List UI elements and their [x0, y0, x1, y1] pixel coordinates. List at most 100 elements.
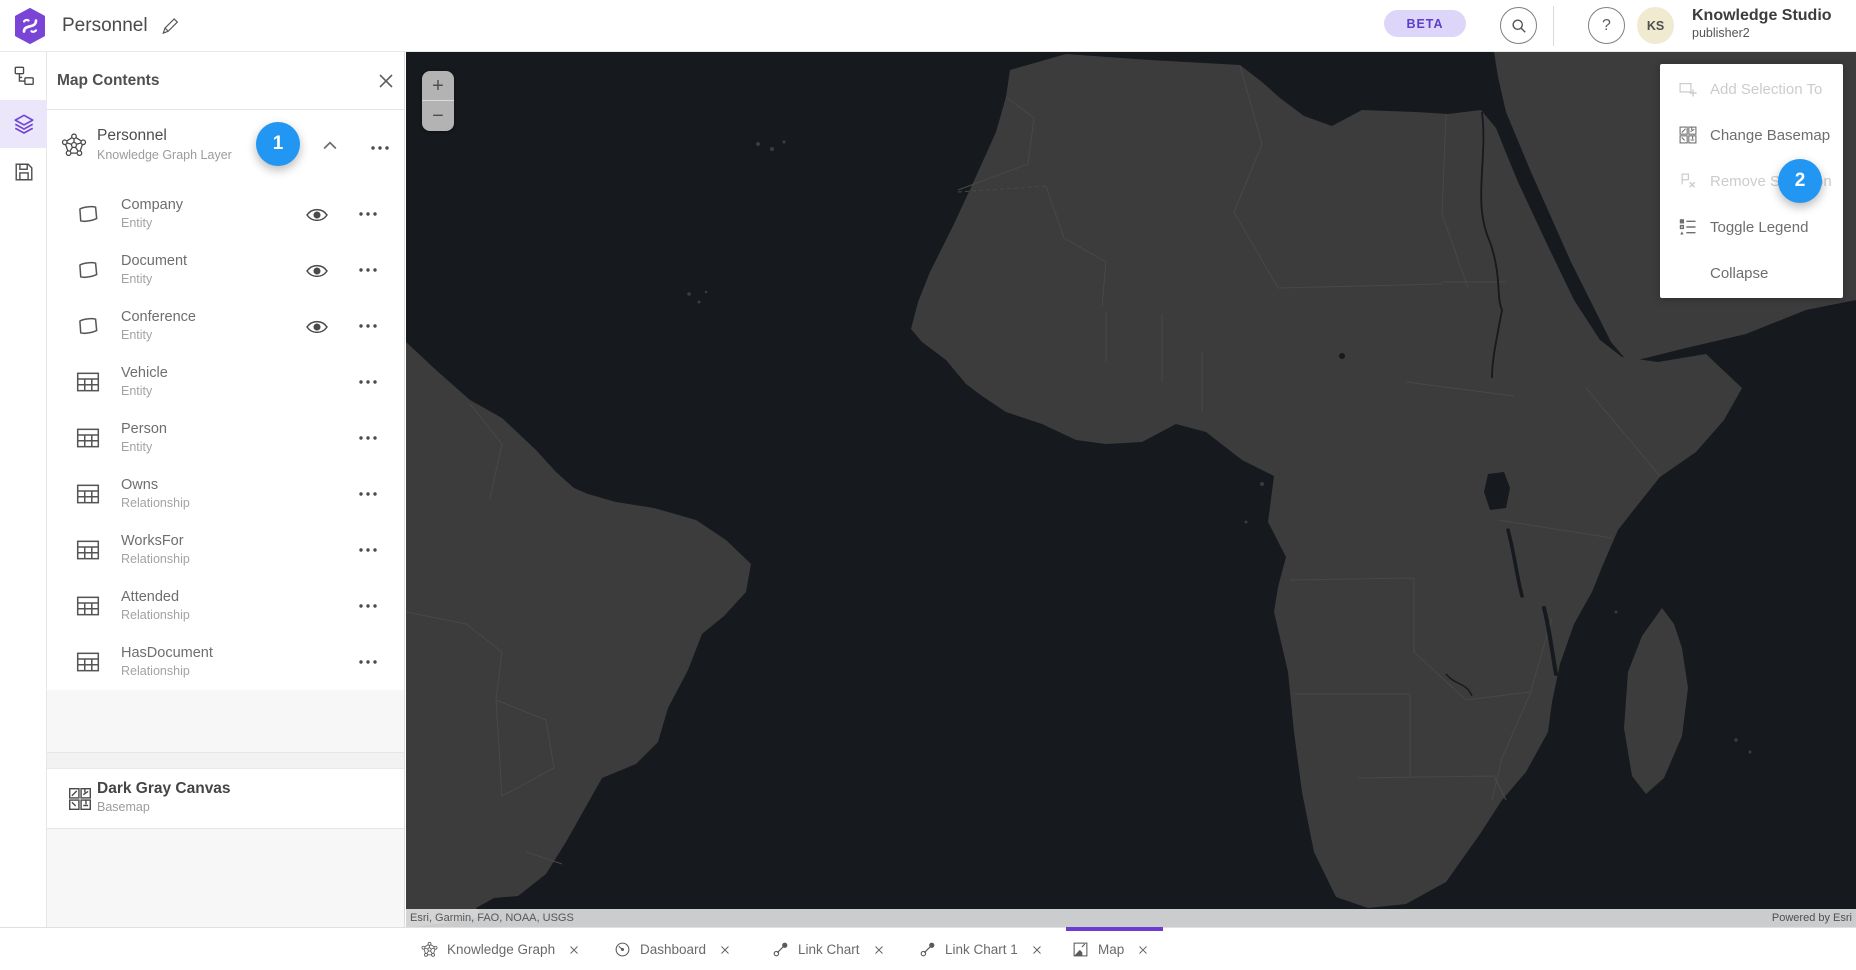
tab-label: Map — [1098, 942, 1124, 957]
panel-section-divider — [47, 752, 404, 769]
edit-title-pencil-icon[interactable] — [160, 16, 180, 36]
tab-label: Dashboard — [640, 942, 706, 957]
layer-type-icon — [75, 649, 101, 675]
view-tab[interactable]: Link Chart — [766, 928, 891, 970]
menu-item-icon — [1678, 217, 1698, 237]
layer-options-button[interactable] — [356, 650, 380, 674]
toolbar-item-icon — [13, 113, 35, 135]
beta-badge: BETA — [1384, 10, 1466, 37]
layer-options-button[interactable] — [356, 314, 380, 338]
layer-row[interactable]: Owns Relationship — [47, 466, 404, 522]
tab-close-icon[interactable] — [1031, 944, 1043, 956]
left-toolbar — [0, 52, 47, 970]
map-options-context-menu: Add Selection To Change Basemap Remove S… — [1660, 64, 1843, 298]
layer-type: Entity — [121, 215, 183, 232]
context-menu-item[interactable]: Collapse — [1660, 250, 1843, 296]
knowledge-studio-logo-icon[interactable] — [14, 8, 46, 44]
search-button[interactable] — [1500, 7, 1537, 44]
layer-name: Attended — [121, 587, 190, 607]
view-tab[interactable]: Knowledge Graph — [415, 928, 586, 970]
layer-options-button[interactable] — [356, 594, 380, 618]
toolbar-item[interactable] — [0, 52, 47, 100]
context-menu-item[interactable]: Toggle Legend — [1660, 204, 1843, 250]
layer-options-button[interactable] — [356, 258, 380, 282]
layer-type: Entity — [121, 327, 196, 344]
basemap-name: Dark Gray Canvas — [97, 778, 231, 799]
layer-type-icon — [75, 537, 101, 563]
menu-item-icon — [1678, 125, 1698, 145]
layer-name: HasDocument — [121, 643, 213, 663]
layer-type-icon — [75, 425, 101, 451]
panel-title: Map Contents — [57, 52, 159, 110]
attribution-sources: Esri, Garmin, FAO, NOAA, USGS — [410, 909, 574, 927]
panel-header: Map Contents — [47, 52, 404, 110]
context-menu-item[interactable]: Change Basemap — [1660, 112, 1843, 158]
layer-type: Relationship — [121, 495, 190, 512]
basemap-row[interactable]: Dark Gray Canvas Basemap — [47, 769, 404, 829]
layer-name: WorksFor — [121, 531, 190, 551]
layer-name: Vehicle — [121, 363, 168, 383]
layer-type-icon — [75, 257, 101, 283]
tab-close-icon[interactable] — [568, 944, 580, 956]
basemap-type: Basemap — [97, 799, 231, 816]
user-avatar[interactable]: KS — [1637, 7, 1674, 44]
step-badge-2: 2 — [1778, 159, 1822, 203]
layer-row[interactable]: Attended Relationship — [47, 578, 404, 634]
layer-row[interactable]: Document Entity — [47, 242, 404, 298]
search-icon — [1509, 16, 1529, 36]
view-tab[interactable]: Link Chart 1 — [913, 928, 1049, 970]
layer-name: Person — [121, 419, 167, 439]
visibility-eye-icon[interactable] — [305, 315, 329, 339]
menu-item-icon — [1678, 263, 1698, 283]
layer-type-icon — [75, 593, 101, 619]
menu-item-label: Collapse — [1710, 265, 1768, 282]
tab-icon — [919, 941, 936, 958]
map-canvas[interactable]: + − Esri, Garmin, FAO, NOAA, USGS Powere… — [406, 52, 1856, 927]
collapse-group-chevron-icon[interactable] — [320, 136, 340, 156]
layer-row[interactable]: HasDocument Relationship — [47, 634, 404, 690]
tab-close-icon[interactable] — [719, 944, 731, 956]
layer-type: Relationship — [121, 607, 190, 624]
context-menu-item[interactable]: Remove Selection 2 — [1660, 158, 1843, 204]
header-divider — [1553, 6, 1554, 46]
layer-options-button[interactable] — [356, 370, 380, 394]
layer-row[interactable]: WorksFor Relationship — [47, 522, 404, 578]
layer-options-button[interactable] — [356, 482, 380, 506]
knowledge-graph-layer-row[interactable]: Personnel Knowledge Graph Layer 1 — [47, 110, 404, 186]
step-badge-1: 1 — [256, 122, 300, 166]
layer-row[interactable]: Company Entity — [47, 186, 404, 242]
layer-options-button[interactable] — [356, 202, 380, 226]
layer-type-icon — [75, 313, 101, 339]
zoom-out-button[interactable]: − — [422, 101, 454, 131]
menu-item-label: Change Basemap — [1710, 127, 1830, 144]
visibility-eye-icon[interactable] — [305, 203, 329, 227]
visibility-eye-icon[interactable] — [305, 259, 329, 283]
tab-close-icon[interactable] — [1137, 944, 1149, 956]
layer-options-button[interactable] — [356, 538, 380, 562]
view-tab[interactable]: Dashboard — [608, 928, 737, 970]
layer-name: Document — [121, 251, 187, 271]
toolbar-item[interactable] — [0, 148, 47, 196]
powered-by-esri: Powered by Esri — [1772, 909, 1852, 927]
knowledge-studio-app: + − Esri, Garmin, FAO, NOAA, USGS Powere… — [0, 0, 1856, 970]
context-menu-item[interactable]: Add Selection To — [1660, 66, 1843, 112]
tab-icon — [614, 941, 631, 958]
layer-options-button[interactable] — [356, 426, 380, 450]
layer-row[interactable]: Conference Entity — [47, 298, 404, 354]
layer-type: Relationship — [121, 551, 190, 568]
help-button[interactable]: ? — [1588, 7, 1625, 44]
map-attribution: Esri, Garmin, FAO, NOAA, USGS Powered by… — [406, 909, 1856, 927]
tab-close-icon[interactable] — [873, 944, 885, 956]
tab-label: Link Chart 1 — [945, 942, 1018, 957]
tab-label: Knowledge Graph — [447, 942, 555, 957]
zoom-in-button[interactable]: + — [422, 71, 454, 101]
layer-name: Company — [121, 195, 183, 215]
tab-icon — [421, 941, 438, 958]
close-panel-icon[interactable] — [374, 69, 398, 93]
layer-row[interactable]: Person Entity — [47, 410, 404, 466]
layer-row[interactable]: Vehicle Entity — [47, 354, 404, 410]
toolbar-item[interactable] — [0, 100, 47, 148]
layer-group-options-button[interactable] — [368, 136, 392, 160]
account-info[interactable]: Knowledge Studio publisher2 — [1692, 6, 1832, 41]
view-tab[interactable]: Map — [1066, 928, 1155, 970]
